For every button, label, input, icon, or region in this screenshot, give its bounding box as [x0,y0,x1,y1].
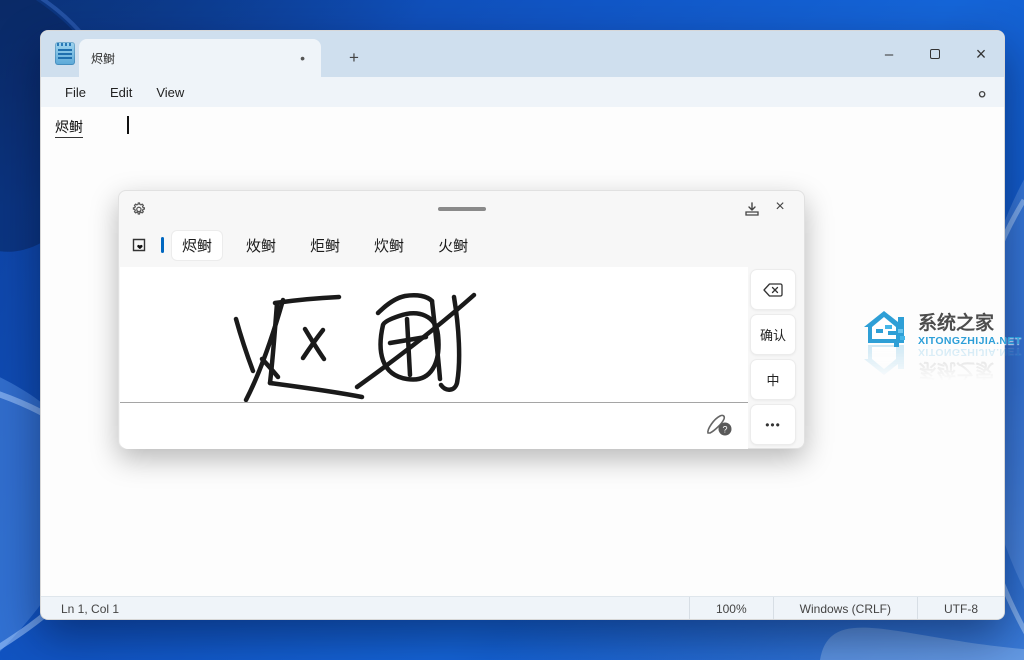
document-text: 烬鲥 [55,117,83,138]
unsaved-changes-dot: • [300,51,305,65]
menu-edit[interactable]: Edit [98,82,144,103]
dock-to-bottom-icon[interactable] [744,201,760,217]
panel-drag-handle[interactable] [438,207,486,211]
status-bar: Ln 1, Col 1 100% Windows (CRLF) UTF-8 [41,596,1004,620]
text-caret [127,116,129,134]
tab-title: 烬鲥 [91,50,292,67]
menu-bar: File Edit View [41,77,1004,107]
close-button[interactable]: × [958,31,1004,77]
notepad-app-icon [55,42,75,65]
ime-header[interactable]: × [119,191,804,227]
handwritten-ink-strokes [120,267,748,449]
svg-text:?: ? [722,424,727,434]
maximize-button[interactable] [912,31,958,77]
candidate-2[interactable]: 炇鲥 [236,231,286,260]
line-ending[interactable]: Windows (CRLF) [773,597,917,620]
candidate-caret [161,237,164,253]
candidate-bar: 烬鲥 炇鲥 炬鲥 炊鲥 火鲥 [119,227,804,263]
ime-side-buttons: 确认 中 ••• [750,269,796,445]
handwriting-ime-panel: × 烬鲥 炇鲥 炬鲥 炊鲥 火鲥 [118,190,805,449]
confirm-button[interactable]: 确认 [750,314,796,355]
cursor-position: Ln 1, Col 1 [41,602,689,616]
ime-close-icon[interactable]: × [770,197,790,217]
menu-view[interactable]: View [144,82,196,103]
ime-settings-gear-icon[interactable] [131,201,147,217]
minimize-button[interactable]: – [866,31,912,77]
settings-gear-icon[interactable] [972,83,990,101]
candidate-5[interactable]: 火鲥 [428,231,478,260]
watermark-site-name: 系统之家 [918,308,1022,335]
candidate-3[interactable]: 炬鲥 [300,231,350,260]
watermark-reflection: 系统之家 XITONGZHIJIA.NET [858,345,1024,385]
menu-file[interactable]: File [53,82,98,103]
zoom-level[interactable]: 100% [689,597,773,620]
language-mode-button[interactable]: 中 [750,359,796,400]
new-tab-button[interactable]: + [341,45,367,71]
candidate-1[interactable]: 烬鲥 [172,231,222,260]
backspace-button[interactable] [750,269,796,310]
maximize-icon [930,49,940,59]
pen-question-icon[interactable]: ? [704,413,734,437]
more-options-button[interactable]: ••• [750,404,796,445]
handwriting-canvas[interactable]: ? [120,267,748,449]
writing-baseline [120,402,748,403]
document-tab[interactable]: 烬鲥 • [79,39,321,77]
page-heart-icon[interactable] [131,237,147,253]
backspace-icon [763,283,783,297]
encoding[interactable]: UTF-8 [917,597,1004,620]
titlebar[interactable]: 烬鲥 • + – × [41,31,1004,77]
candidate-4[interactable]: 炊鲥 [364,231,414,260]
